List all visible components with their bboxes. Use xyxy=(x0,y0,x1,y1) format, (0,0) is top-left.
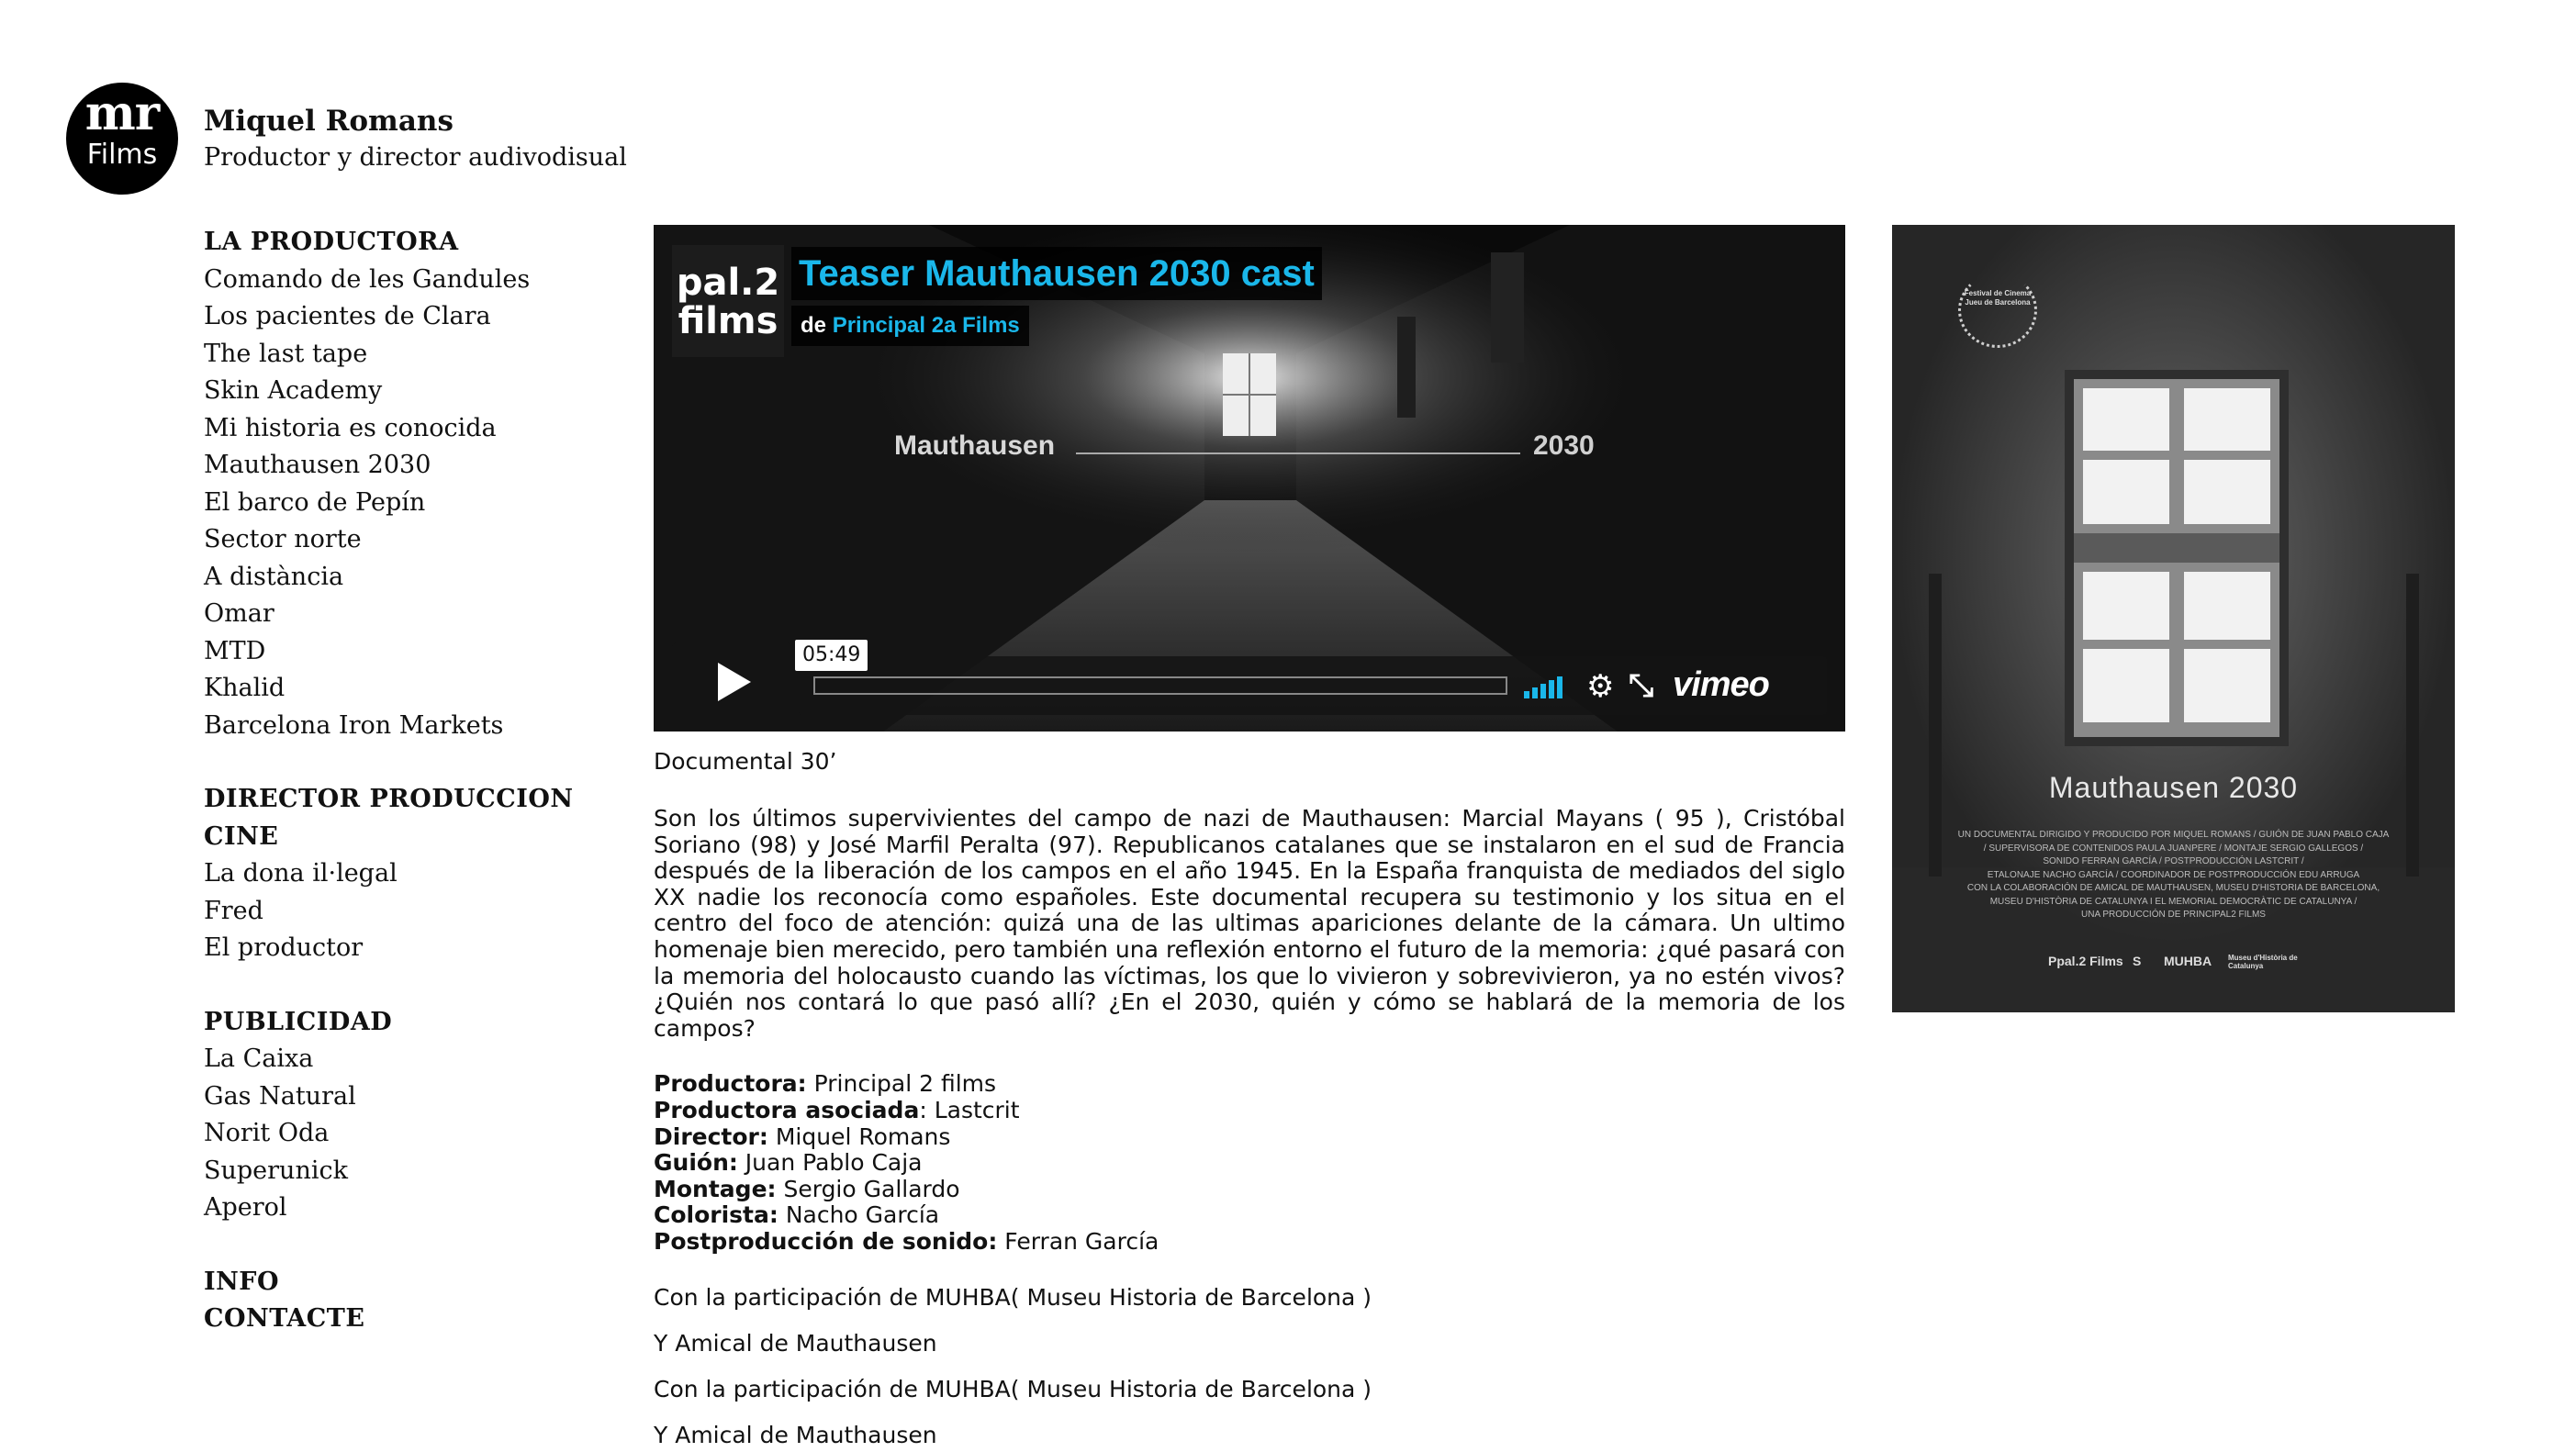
film-poster[interactable]: Festival de Cinema Jueu de Barcelona Mau… xyxy=(1892,225,2455,1012)
settings-icon[interactable]: ⚙ xyxy=(1586,671,1614,702)
nav-item[interactable]: Gas Natural xyxy=(204,1078,599,1116)
nav-item[interactable]: La Caixa xyxy=(204,1041,599,1078)
video-title[interactable]: Teaser Mauthausen 2030 cast xyxy=(791,247,1322,300)
logo-museu: Museu d'Història de Catalunya xyxy=(2228,954,2298,970)
video-overlay-left: Mauthausen xyxy=(894,430,1056,461)
poster-logos: Ppal.2 Films S MUHBA Museu d'Història de… xyxy=(2048,950,2324,977)
nav-item[interactable]: Khalid xyxy=(204,670,599,708)
credits-list: Productora: Principal 2 films Productora… xyxy=(654,1071,1845,1255)
video-player[interactable]: pal.2 films Teaser Mauthausen 2030 cast … xyxy=(654,225,1845,732)
nav-item[interactable]: Aperol xyxy=(204,1190,599,1227)
credit-row: Productora asociada: Lastcrit xyxy=(654,1096,1020,1123)
nav-item[interactable]: Sector norte xyxy=(204,521,599,559)
nav-item[interactable]: La dona il·legal xyxy=(204,855,599,893)
nav-item[interactable]: Mauthausen 2030 xyxy=(204,447,599,485)
site-subtitle: Productor y director audivodisual xyxy=(204,143,627,172)
logo-s: S xyxy=(2133,954,2142,968)
play-icon xyxy=(718,663,751,701)
credit-row: Colorista: Nacho García xyxy=(654,1201,940,1229)
credit-row: Guión: Juan Pablo Caja xyxy=(654,1149,923,1177)
nav-heading-la-productora[interactable]: LA PRODUCTORA xyxy=(204,224,599,262)
nav-item[interactable]: Superunick xyxy=(204,1153,599,1190)
nav-item[interactable]: Fred xyxy=(204,893,599,931)
participation-note: Y Amical de Mauthausen xyxy=(654,1329,937,1357)
nav-heading-director[interactable]: DIRECTOR PRODUCCION CINE xyxy=(204,781,599,855)
nav-info[interactable]: INFO xyxy=(204,1264,599,1301)
participation-note: Con la participación de MUHBA( Museu His… xyxy=(654,1283,1372,1311)
participation-note: Y Amical de Mauthausen xyxy=(654,1421,937,1448)
nav-item[interactable]: El barco de Pepín xyxy=(204,485,599,522)
nav-item[interactable]: A distància xyxy=(204,559,599,597)
nav-item[interactable]: Los pacientes de Clara xyxy=(204,298,599,336)
video-overlay-right: 2030 xyxy=(1533,430,1595,461)
sidebar-nav: LA PRODUCTORA Comando de les Gandules Lo… xyxy=(204,224,599,1338)
video-controls: ⚙ ⤡ vimeo xyxy=(799,656,1827,715)
nav-item[interactable]: Barcelona Iron Markets xyxy=(204,708,599,745)
play-button[interactable] xyxy=(672,642,791,721)
duration-label: 05:49 xyxy=(795,640,868,671)
nav-item[interactable]: Comando de les Gandules xyxy=(204,262,599,299)
logo-muhba: MUHBA xyxy=(2164,954,2212,968)
credit-row: Productora: Principal 2 films xyxy=(654,1070,997,1098)
vimeo-logo[interactable]: vimeo xyxy=(1673,664,1770,706)
nav-item[interactable]: Norit Oda xyxy=(204,1115,599,1153)
participation-note: Con la participación de MUHBA( Museu His… xyxy=(654,1375,1372,1402)
video-byline: de Principal 2a Films xyxy=(791,306,1029,346)
nav-heading-publicidad[interactable]: PUBLICIDAD xyxy=(204,1004,599,1042)
laurel-icon xyxy=(1958,273,2037,348)
film-description: Son los últimos supervivientes del campo… xyxy=(654,805,1845,1042)
film-type: Documental 30’ xyxy=(654,748,837,775)
poster-title: Mauthausen 2030 xyxy=(2048,771,2299,804)
channel-logo[interactable]: pal.2 films xyxy=(672,245,784,357)
festival-laurel: Festival de Cinema Jueu de Barcelona xyxy=(1958,273,2037,348)
site-logo[interactable]: mr Films xyxy=(66,83,178,195)
logo-films: Films xyxy=(86,139,158,171)
video-overlay-line xyxy=(1076,452,1520,454)
logo-principal2: Ppal.2 Films xyxy=(2048,954,2123,968)
nav-item[interactable]: Skin Academy xyxy=(204,373,599,410)
credit-row: Montage: Sergio Gallardo xyxy=(654,1175,960,1202)
film-details: Documental 30’ Son los últimos supervivi… xyxy=(654,745,1845,1452)
nav-contacte[interactable]: CONTACTE xyxy=(204,1301,599,1338)
video-author-link[interactable]: Principal 2a Films xyxy=(833,313,1020,338)
logo-monogram: mr xyxy=(84,85,160,141)
nav-item[interactable]: El productor xyxy=(204,930,599,967)
volume-icon[interactable] xyxy=(1524,676,1568,698)
credit-row: Postproducción de sonido: Ferran García xyxy=(654,1227,1159,1255)
site-title[interactable]: Miquel Romans xyxy=(204,103,454,140)
poster-credits: Un documental dirigido y producido por M… xyxy=(1957,830,2390,920)
nav-item[interactable]: Mi historia es conocida xyxy=(204,410,599,448)
credit-row: Director: Miquel Romans xyxy=(654,1123,951,1150)
nav-item[interactable]: The last tape xyxy=(204,336,599,374)
nav-item[interactable]: MTD xyxy=(204,633,599,671)
nav-item[interactable]: Omar xyxy=(204,596,599,633)
progress-bar[interactable] xyxy=(813,676,1507,695)
fullscreen-icon[interactable]: ⤡ xyxy=(1629,667,1653,704)
